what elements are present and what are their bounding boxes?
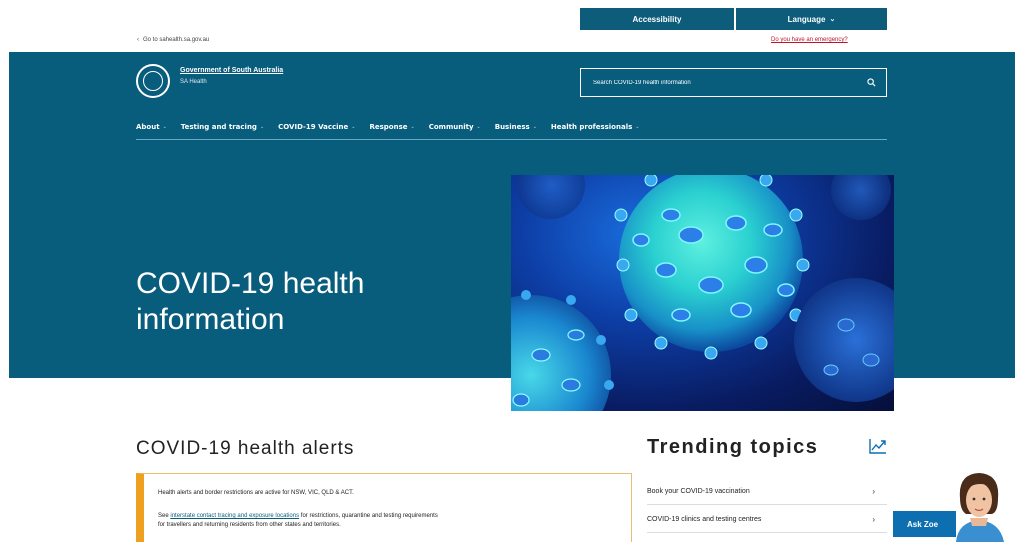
chevron-down-icon: ⌄	[635, 124, 640, 130]
virus-hero-image	[511, 175, 894, 411]
trending-item[interactable]	[647, 534, 887, 542]
interstate-exposure-link[interactable]: interstate contact tracing and exposure …	[170, 513, 299, 519]
government-logo[interactable]	[136, 64, 170, 98]
chevron-down-icon: ⌄	[829, 16, 836, 23]
nav-label: Business	[494, 123, 530, 131]
government-name[interactable]: Government of South Australia	[180, 67, 283, 74]
nav-divider	[136, 139, 887, 140]
search-box[interactable]	[580, 68, 887, 97]
language-label: Language	[787, 14, 826, 24]
nav-item-community[interactable]: Community ⌄	[429, 123, 481, 131]
chevron-down-icon: ⌄	[476, 124, 481, 130]
nav-item-vaccine[interactable]: COVID-19 Vaccine ⌄	[278, 123, 355, 131]
nav-item-about[interactable]: About ⌄	[136, 123, 167, 131]
nav-label: COVID-19 Vaccine	[278, 123, 349, 131]
nav-item-response[interactable]: Response ⌄	[369, 123, 414, 131]
chevron-left-icon: ‹	[137, 37, 139, 43]
nav-label: About	[136, 123, 160, 131]
agency-name: SA Health	[180, 79, 207, 85]
chevron-down-icon: ⌄	[532, 124, 537, 130]
language-button[interactable]: Language ⌄	[736, 8, 887, 30]
logo-emblem	[143, 71, 163, 91]
chevron-down-icon: ⌄	[410, 124, 415, 130]
trending-item-label: COVID-19 clinics and testing centres	[647, 515, 762, 523]
alerts-heading: COVID-19 health alerts	[136, 438, 355, 459]
utility-bar: Accessibility Language ⌄ ‹ Go to sahealt…	[0, 0, 1015, 52]
back-link-label: Go to sahealth.sa.gov.au	[143, 37, 210, 43]
alert-text-line3: for travellers and returning residents f…	[158, 522, 341, 528]
chevron-right-icon: ›	[872, 514, 875, 524]
alert-text-post: for restrictions, quarantine and testing…	[300, 513, 438, 519]
alert-text: Health alerts and border restrictions ar…	[158, 490, 354, 496]
main-nav: About ⌄ Testing and tracing ⌄ COVID-19 Vac…	[136, 123, 653, 131]
assistant-avatar[interactable]	[948, 470, 1010, 542]
nav-item-testing[interactable]: Testing and tracing ⌄	[181, 123, 264, 131]
page-title: COVID-19 health information	[136, 267, 365, 336]
nav-item-health-professionals[interactable]: Health professionals ⌄	[551, 123, 640, 131]
alert-text: See interstate contact tracing and expos…	[158, 512, 617, 530]
virus-illustration	[511, 175, 894, 411]
emergency-link[interactable]: Do you have an emergency?	[771, 37, 848, 43]
nav-label: Testing and tracing	[180, 123, 257, 131]
chevron-right-icon: ›	[872, 486, 875, 496]
search-input[interactable]	[593, 79, 853, 86]
search-icon[interactable]	[867, 78, 876, 87]
alert-text-pre: See	[158, 513, 169, 519]
chevron-down-icon: ⌄	[351, 124, 356, 130]
nav-item-business[interactable]: Business ⌄	[495, 123, 537, 131]
nav-label: Health professionals	[550, 123, 633, 131]
chevron-down-icon: ⌄	[259, 124, 265, 130]
alert-box: Health alerts and border restrictions ar…	[136, 473, 632, 542]
trending-heading: Trending topics	[647, 436, 819, 458]
accessibility-button[interactable]: Accessibility	[580, 8, 734, 30]
back-link[interactable]: ‹ Go to sahealth.sa.gov.au	[137, 37, 209, 43]
chevron-down-icon: ⌄	[162, 124, 167, 130]
ask-zoe-button[interactable]: Ask Zoe	[893, 511, 956, 537]
trending-icon	[869, 439, 886, 454]
trending-item[interactable]: Book your COVID-19 vaccination ›	[647, 478, 887, 505]
nav-label: Community	[428, 123, 474, 131]
trending-item-label: Book your COVID-19 vaccination	[647, 487, 750, 495]
trending-item[interactable]: COVID-19 clinics and testing centres ›	[647, 506, 887, 533]
nav-label: Response	[369, 123, 408, 131]
